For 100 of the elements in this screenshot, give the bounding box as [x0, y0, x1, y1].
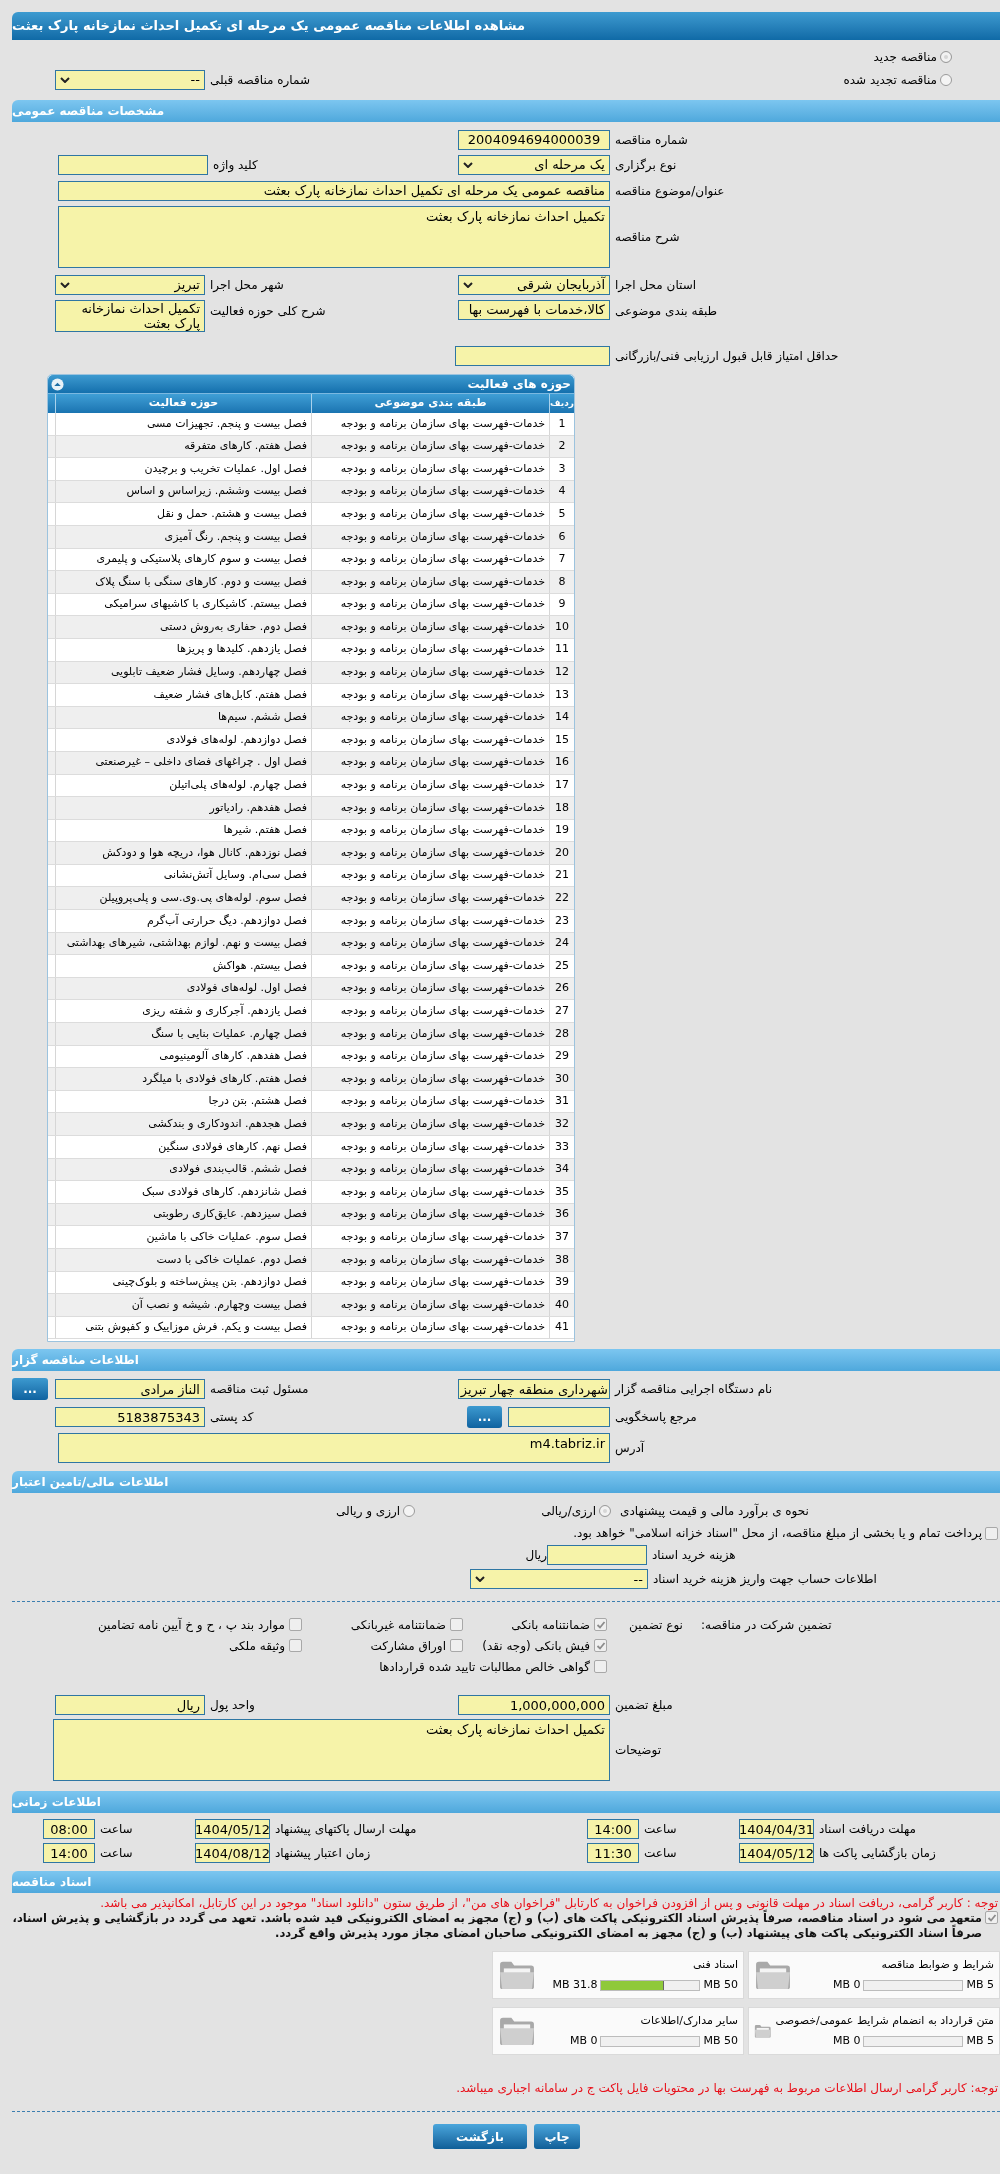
size-label: 5 MB [966, 2033, 994, 2050]
radio-button[interactable] [403, 1505, 416, 1518]
input-field[interactable]: 14:00 [43, 1843, 95, 1864]
checkbox-label: وثیقه ملکی [228, 1637, 285, 1655]
text-area[interactable]: تکمیل احداث نمازخانه پارک بعثت [55, 300, 205, 332]
collapse-icon[interactable] [51, 377, 64, 391]
notice-text: توجه: کاربر گرامی ارسال اطلاعات مربوط به فهرست بها در محتویات فایل پاکت ج در سامانه اجباری میباشد. [455, 2080, 999, 2098]
table-cell: خدمات-فهرست بهای سازمان برنامه و بودجه [311, 774, 549, 797]
input-field[interactable]: 14:00 [587, 1819, 639, 1840]
table-cell: فصل یازدهم. آجرکاری و شفته ریزی [55, 1000, 311, 1023]
input-field[interactable]: 1404/05/12 [739, 1843, 814, 1864]
field-label: شرح مناقصه [615, 229, 680, 246]
table-cell: خدمات-فهرست بهای سازمان برنامه و بودجه [311, 706, 549, 729]
field-label: حداقل امتیاز قابل قبول ارزیابی فنی/بازرگانی [615, 348, 839, 365]
table-cell: خدمات-فهرست بهای سازمان برنامه و بودجه [311, 1316, 549, 1339]
checkbox[interactable] [594, 1660, 607, 1674]
select-field[interactable]: آذربایجان شرقی [458, 275, 610, 295]
input-field[interactable]: مناقصه عمومی یک مرحله ای تکمیل احداث نمازخانه پارک بعثت [58, 181, 610, 201]
table-cell: خدمات-فهرست بهای سازمان برنامه و بودجه [311, 842, 549, 864]
checkbox[interactable] [450, 1639, 463, 1653]
checkbox[interactable] [289, 1618, 302, 1632]
field-label: مبلغ تضمین [615, 1697, 673, 1715]
size-label: 50 MB [703, 2033, 738, 2050]
input-field[interactable]: 1404/08/12 [195, 1843, 270, 1864]
table-cell: فصل بیست و یکم. فرش موزاییک و کفپوش بتنی [55, 1316, 311, 1339]
checkbox[interactable] [450, 1618, 463, 1632]
input-field[interactable]: شهرداری منطقه چهار تبریز [458, 1379, 610, 1400]
table-cell: فصل سیزدهم. عایق‌کاری رطوبتی [55, 1203, 311, 1226]
commitment-text: متعهد می شود در اسناد مناقصه، صرفاً پذیرش اسناد الکترونیکی پاکت های (ب) و (ج) مجهز به امضای الکترونیکی قید شده باشد. تعهد می گردد در بازگشایی و پذیرش اسناد، صرفاً اسناد الکترونیکی پاکت های پیشنهاد (ب) و (ج) مجهز به امضای الکترونیکی صاحبان امضای مجاز مورد پذیرش واقع گردد. [11, 1911, 982, 1942]
size-label: 5 MB [966, 1977, 994, 1994]
table-cell: خدمات-فهرست بهای سازمان برنامه و بودجه [311, 593, 549, 616]
more-button[interactable]: ... [12, 1378, 48, 1401]
table-cell: فصل اول. عملیات تخریب و برچیدن [55, 458, 311, 480]
table-cell: فصل بیستم. کاشیکاری با کاشیهای سرامیکی [55, 593, 311, 616]
text-area[interactable]: تکمیل احداث نمازخانه پارک بعثت [58, 206, 610, 268]
field-label: زمان بازگشایی پاکت ها [819, 1845, 936, 1863]
input-field[interactable]: 1404/05/12 [195, 1819, 270, 1840]
table-cell: فصل دوم. عملیات خاکی با دست [55, 1248, 311, 1271]
section-header: مشخصات مناقصه عمومی [12, 100, 1000, 122]
text-area[interactable]: تکمیل احداث نمازخانه پارک بعثت [53, 1719, 610, 1782]
table-cell: 29 [549, 1045, 574, 1068]
input-field[interactable]: 1,000,000,000 [458, 1695, 610, 1716]
select-field[interactable]: -- [55, 70, 205, 90]
table-cell: 23 [549, 910, 574, 932]
table-cell: 22 [549, 887, 574, 910]
table-cell: خدمات-فهرست بهای سازمان برنامه و بودجه [311, 1113, 549, 1135]
checkbox-label: موارد بند پ ، ح و خ آیین نامه تضامین [97, 1616, 285, 1634]
print-button[interactable]: چاپ [534, 2124, 580, 2150]
select-field[interactable]: تبریز [55, 275, 205, 295]
table-cell: 33 [549, 1136, 574, 1158]
table-cell: خدمات-فهرست بهای سازمان برنامه و بودجه [311, 458, 549, 480]
field-label: شرح کلی حوزه فعالیت [210, 303, 326, 320]
table-cell: خدمات-فهرست بهای سازمان برنامه و بودجه [311, 819, 549, 842]
table-cell: خدمات-فهرست بهای سازمان برنامه و بودجه [311, 616, 549, 638]
input-field[interactable]: کالا،خدمات با فهرست بها [458, 300, 610, 320]
input-field[interactable] [547, 1545, 647, 1566]
checkbox[interactable] [289, 1639, 302, 1653]
field-label: شماره مناقصه [615, 132, 688, 149]
input-field[interactable] [58, 155, 208, 175]
chevron-down-icon [463, 282, 473, 288]
checkbox[interactable] [985, 1911, 998, 1925]
table-cell: 3 [549, 458, 574, 480]
table-cell: خدمات-فهرست بهای سازمان برنامه و بودجه [311, 1294, 549, 1316]
table-cell: فصل یازدهم. کلیدها و پریزها [55, 638, 311, 661]
table-cell: خدمات-فهرست بهای سازمان برنامه و بودجه [311, 751, 549, 774]
input-field[interactable]: 5183875343 [55, 1407, 205, 1428]
radio-button[interactable] [940, 74, 952, 86]
input-field[interactable] [455, 346, 610, 366]
table-cell: فصل بیستم. هواکش [55, 955, 311, 977]
input-field[interactable]: 2004094694000039 [458, 130, 610, 150]
input-field[interactable]: الناز مرادی [55, 1379, 205, 1400]
select-field[interactable]: یک مرحله ای [458, 155, 610, 175]
input-field[interactable]: 1404/04/31 [739, 1819, 814, 1840]
field-label: نام دستگاه اجرایی مناقصه گزار [615, 1381, 773, 1399]
table-cell: فصل دوازدهم. بتن پیش‌ساخته و بلوک‌چینی [55, 1271, 311, 1294]
checkbox[interactable] [594, 1639, 607, 1653]
radio-button[interactable] [940, 51, 952, 63]
radio-label: ارزی/ریالی [541, 1503, 596, 1521]
table-cell: خدمات-فهرست بهای سازمان برنامه و بودجه [311, 638, 549, 661]
text-area[interactable]: m4.tabriz.ir [58, 1433, 610, 1464]
table-cell: خدمات-فهرست بهای سازمان برنامه و بودجه [311, 1090, 549, 1113]
table-cell: 24 [549, 932, 574, 955]
select-field[interactable]: -- [470, 1569, 648, 1590]
chevron-down-icon [60, 282, 70, 288]
input-field[interactable]: 08:00 [43, 1819, 95, 1840]
input-field[interactable]: ریال [55, 1695, 205, 1716]
checkbox[interactable] [985, 1526, 998, 1540]
size-label: 0 MB [832, 1977, 861, 1994]
input-field[interactable] [508, 1407, 610, 1428]
section-header: اطلاعات زمانی [12, 1791, 1000, 1814]
more-button[interactable]: ... [467, 1406, 502, 1429]
checkbox-label: ضمانتنامه غیربانکی [350, 1616, 446, 1634]
table-cell: 28 [549, 1023, 574, 1045]
chevron-down-icon [60, 77, 70, 83]
back-button[interactable]: بازگشت [433, 2124, 527, 2150]
input-field[interactable]: 11:30 [587, 1843, 639, 1864]
radio-button[interactable] [599, 1505, 611, 1518]
checkbox[interactable] [594, 1618, 607, 1632]
field-label: ساعت [644, 1821, 677, 1839]
table-cell: 39 [549, 1271, 574, 1294]
